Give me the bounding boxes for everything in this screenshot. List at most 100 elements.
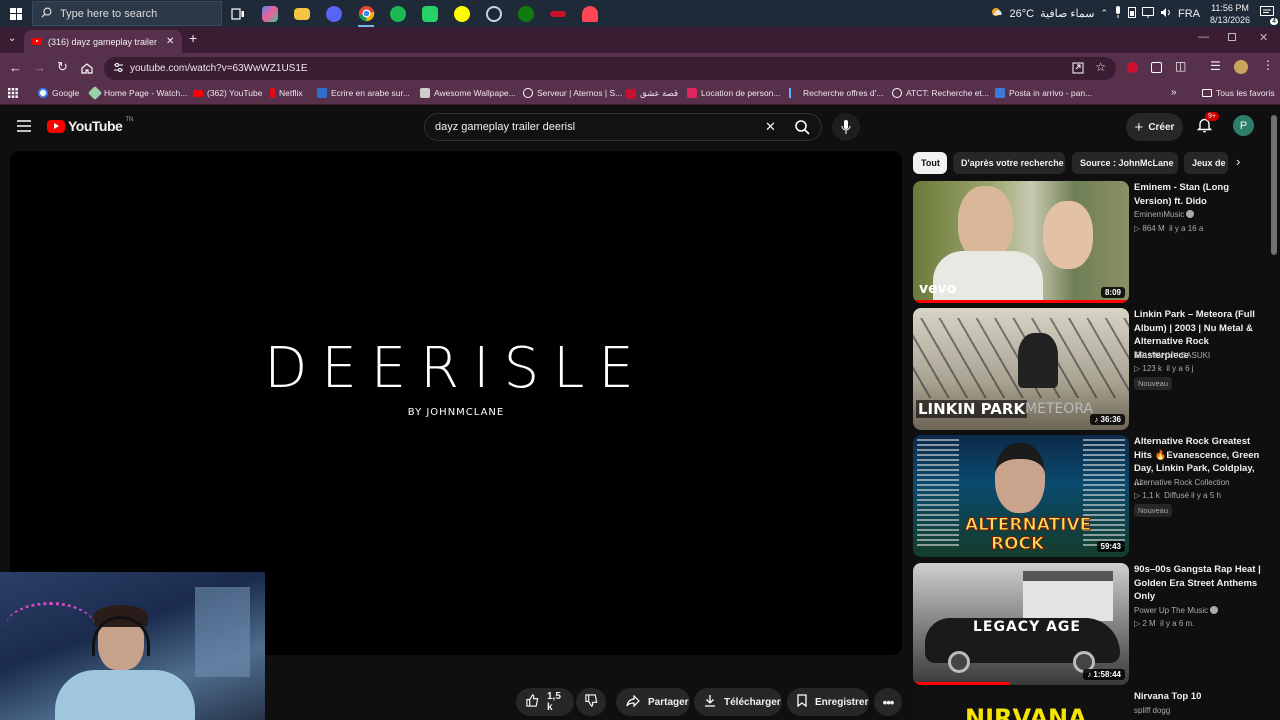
weather-text[interactable]: سماء صافية	[1040, 7, 1094, 20]
discord-icon[interactable]	[318, 0, 350, 27]
download-button[interactable]: Télécharger	[694, 688, 782, 716]
bookmark-star-icon[interactable]: ☆	[1095, 60, 1106, 74]
recommendation-title[interactable]: Nirvana Top 10	[1134, 690, 1262, 704]
bookmark-posta[interactable]: Posta in arrivo - pan...	[995, 88, 1092, 98]
bookmark-youtube[interactable]: (362) YouTube	[193, 88, 262, 98]
volume-icon[interactable]	[1160, 7, 1172, 21]
xbox-icon[interactable]	[510, 0, 542, 27]
page-scrollbar[interactable]	[1271, 115, 1277, 255]
bookmark-atct[interactable]: ATCT: Recherche et...	[892, 88, 989, 98]
file-explorer-icon[interactable]	[286, 0, 318, 27]
chip-source-johnmclane[interactable]: Source : JohnMcLane	[1072, 152, 1178, 174]
chevron-up-icon[interactable]: ⌃	[1100, 8, 1108, 19]
reading-list-icon[interactable]: ☰	[1210, 59, 1221, 73]
back-icon[interactable]: ←	[9, 60, 22, 75]
language-indicator[interactable]: FRA	[1178, 8, 1200, 20]
account-avatar[interactable]: P	[1233, 115, 1254, 136]
recommendation-thumbnail[interactable]: LEGACY AGE ♪ 1:58:44	[913, 563, 1129, 685]
extension-icon-2[interactable]	[1151, 62, 1162, 73]
youtube-search-box[interactable]: dayz gameplay trailer deerisl ✕	[424, 113, 822, 141]
apps-grid-icon[interactable]	[8, 88, 18, 100]
recommendation-title[interactable]: 90s–00s Gangsta Rap Heat | Golden Era St…	[1134, 563, 1262, 604]
install-app-icon[interactable]	[1072, 62, 1084, 77]
app-icon-valorant[interactable]	[574, 0, 606, 27]
recommendation-channel[interactable]: Power Up The Music	[1134, 606, 1219, 615]
extension-red-icon[interactable]	[1127, 62, 1138, 73]
bookmark-location[interactable]: Location de person...	[687, 88, 780, 98]
recommendation-item[interactable]: NIRVANA Nirvana Top 10 spliff dogg	[913, 690, 1263, 720]
home-icon[interactable]	[81, 61, 93, 79]
app-icon-red[interactable]	[542, 0, 574, 27]
profile-avatar-icon[interactable]	[1234, 60, 1248, 74]
chrome-icon[interactable]	[350, 0, 382, 27]
tab-close-icon[interactable]: ✕	[166, 36, 174, 47]
clear-search-icon[interactable]: ✕	[765, 119, 776, 135]
save-button[interactable]: Enregistrer	[787, 688, 869, 716]
network-icon[interactable]	[1142, 6, 1154, 21]
bookmark-aternos[interactable]: Serveur | Aternos | S...	[523, 88, 622, 98]
recommendation-thumbnail[interactable]: vevo 8:09	[913, 181, 1129, 303]
notifications-bell-icon[interactable]: 9+	[1196, 112, 1219, 138]
battery-icon[interactable]	[1128, 6, 1136, 21]
bookmark-netflix[interactable]: Netflix	[270, 88, 303, 98]
new-tab-icon[interactable]: +	[189, 30, 197, 46]
youtube-search-icon[interactable]	[795, 120, 810, 138]
recommendation-thumbnail[interactable]: ALTERNATIVE ROCK 59:43	[913, 435, 1129, 557]
chips-next-chevron-icon[interactable]: ›	[1236, 154, 1240, 169]
like-button[interactable]: 1,5 k	[516, 688, 574, 716]
bookmark-ecrire-arabe[interactable]: Ecrire en arabe sur...	[317, 88, 410, 98]
app-icon-steam[interactable]	[478, 0, 510, 27]
recommendation-item[interactable]: ALTERNATIVE ROCK 59:43 Alternative Rock …	[913, 435, 1263, 557]
more-bookmarks-chevron-icon[interactable]: »	[1171, 87, 1177, 98]
recommendation-item[interactable]: LINKIN PARK METEORA ♪ 36:36 Linkin Park …	[913, 308, 1263, 430]
more-actions-button[interactable]: •••	[874, 688, 902, 716]
microphone-icon[interactable]	[1114, 6, 1122, 21]
recommendation-channel[interactable]: spliff dogg	[1134, 706, 1170, 715]
taskbar-search-box[interactable]: Type here to search	[32, 1, 222, 26]
bookmark-qissat-ishq[interactable]: قصة عشق	[626, 88, 678, 99]
bookmark-google[interactable]: Google	[38, 88, 79, 98]
share-button[interactable]: Partager	[616, 688, 690, 716]
address-bar[interactable]: youtube.com/watch?v=63WwWZ1US1E ☆	[104, 57, 1116, 80]
spotify-icon[interactable]	[382, 0, 414, 27]
recommendation-thumbnail[interactable]: LINKIN PARK METEORA ♪ 36:36	[913, 308, 1129, 430]
bookmark-recherche-offres[interactable]: Recherche offres d'...	[789, 88, 883, 98]
recommendation-title[interactable]: Eminem - Stan (Long Version) ft. Dido	[1134, 181, 1262, 208]
bookmark-wallpapers[interactable]: Awesome Wallpape...	[420, 88, 516, 98]
reload-icon[interactable]: ↻	[57, 59, 68, 75]
bookmark-home-page[interactable]: Home Page - Watch...	[87, 85, 187, 101]
weather-icon[interactable]	[990, 6, 1004, 21]
chip-related-search[interactable]: D'après votre recherche	[953, 152, 1065, 174]
tab-search-chevron-icon[interactable]: ⌄	[8, 33, 16, 44]
restore-icon[interactable]	[1228, 33, 1236, 41]
forward-icon[interactable]: →	[33, 60, 46, 75]
hamburger-menu-icon[interactable]	[17, 119, 31, 137]
recommendation-channel[interactable]: EminemMusic	[1134, 210, 1195, 219]
browser-menu-icon[interactable]: ⋮	[1262, 58, 1274, 72]
recommendation-item[interactable]: vevo 8:09 Eminem - Stan (Long Version) f…	[913, 181, 1263, 303]
clock[interactable]: 11:56 PM 8/13/2026	[1206, 2, 1254, 26]
recommendation-channel[interactable]: TRI WAHYU BASUKI	[1134, 351, 1210, 360]
whatsapp-icon[interactable]	[414, 0, 446, 27]
chip-all[interactable]: Tout	[913, 152, 947, 174]
all-bookmarks-folder[interactable]: Tous les favoris	[1202, 88, 1275, 98]
task-view-icon[interactable]	[222, 0, 254, 27]
dislike-button[interactable]	[576, 688, 606, 716]
site-info-icon[interactable]	[113, 62, 124, 76]
snapchat-icon[interactable]	[446, 0, 478, 27]
start-button[interactable]	[0, 0, 32, 27]
recommendation-item[interactable]: LEGACY AGE ♪ 1:58:44 90s–00s Gangsta Rap…	[913, 563, 1263, 685]
recommendation-channel[interactable]: Alternative Rock Collection	[1134, 478, 1230, 487]
browser-tab-active[interactable]: (316) dayz gameplay trailer dee ✕	[24, 30, 182, 53]
minimize-icon[interactable]: —	[1198, 31, 1209, 43]
extensions-puzzle-icon[interactable]: ◫	[1175, 59, 1186, 73]
app-icon-1[interactable]	[254, 0, 286, 27]
youtube-logo[interactable]: YouTube TN	[47, 117, 133, 134]
weather-temp[interactable]: 26°C	[1010, 8, 1035, 20]
recommendation-thumbnail[interactable]: NIRVANA	[913, 690, 1129, 720]
voice-search-icon[interactable]	[832, 113, 860, 141]
chip-games[interactable]: Jeux de	[1184, 152, 1228, 174]
window-close-icon[interactable]: ✕	[1259, 31, 1268, 44]
notification-center-icon[interactable]: 4	[1260, 6, 1278, 25]
create-button[interactable]: + Créer	[1126, 113, 1183, 141]
